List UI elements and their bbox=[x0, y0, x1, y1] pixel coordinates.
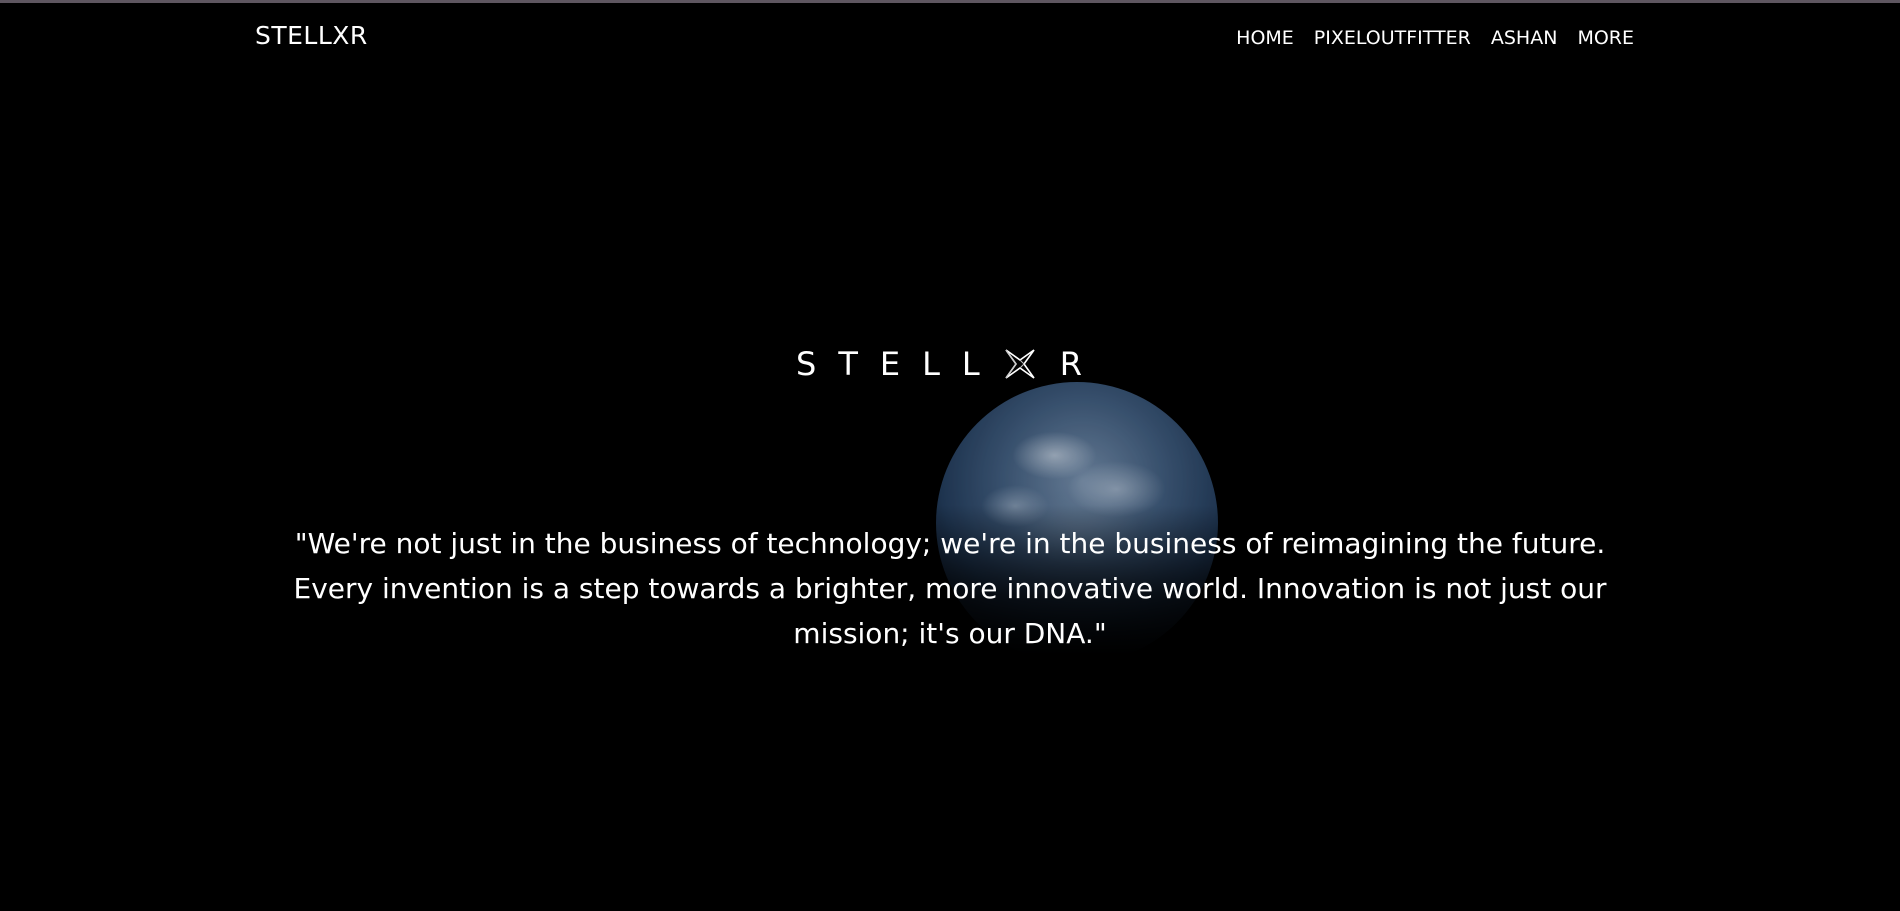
brand-link[interactable]: STELLXR bbox=[255, 21, 368, 50]
nav-item-ashan[interactable]: ASHAN bbox=[1491, 27, 1558, 49]
logo-text-right: R bbox=[1059, 345, 1104, 383]
quote-line-1: "We're not just in the business of techn… bbox=[294, 527, 1606, 560]
quote-line-3: mission; it's our DNA." bbox=[793, 617, 1107, 650]
logo-text-left: STELL bbox=[796, 345, 1002, 383]
page: STELLXR HOME PIXELOUTFITTER ASHAN MORE S… bbox=[0, 0, 1900, 911]
nav-menu: HOME PIXELOUTFITTER ASHAN MORE bbox=[1236, 27, 1634, 49]
quote-line-2: Every invention is a step towards a brig… bbox=[293, 572, 1607, 605]
navbar: STELLXR HOME PIXELOUTFITTER ASHAN MORE bbox=[0, 3, 1900, 69]
hero-logo: STELL R bbox=[0, 345, 1900, 383]
nav-item-home[interactable]: HOME bbox=[1236, 27, 1294, 49]
nav-item-pixeloutfitter[interactable]: PIXELOUTFITTER bbox=[1314, 27, 1471, 49]
hero-quote: "We're not just in the business of techn… bbox=[280, 521, 1620, 656]
nav-item-more[interactable]: MORE bbox=[1577, 27, 1634, 49]
star-x-logo-icon bbox=[1005, 349, 1035, 379]
